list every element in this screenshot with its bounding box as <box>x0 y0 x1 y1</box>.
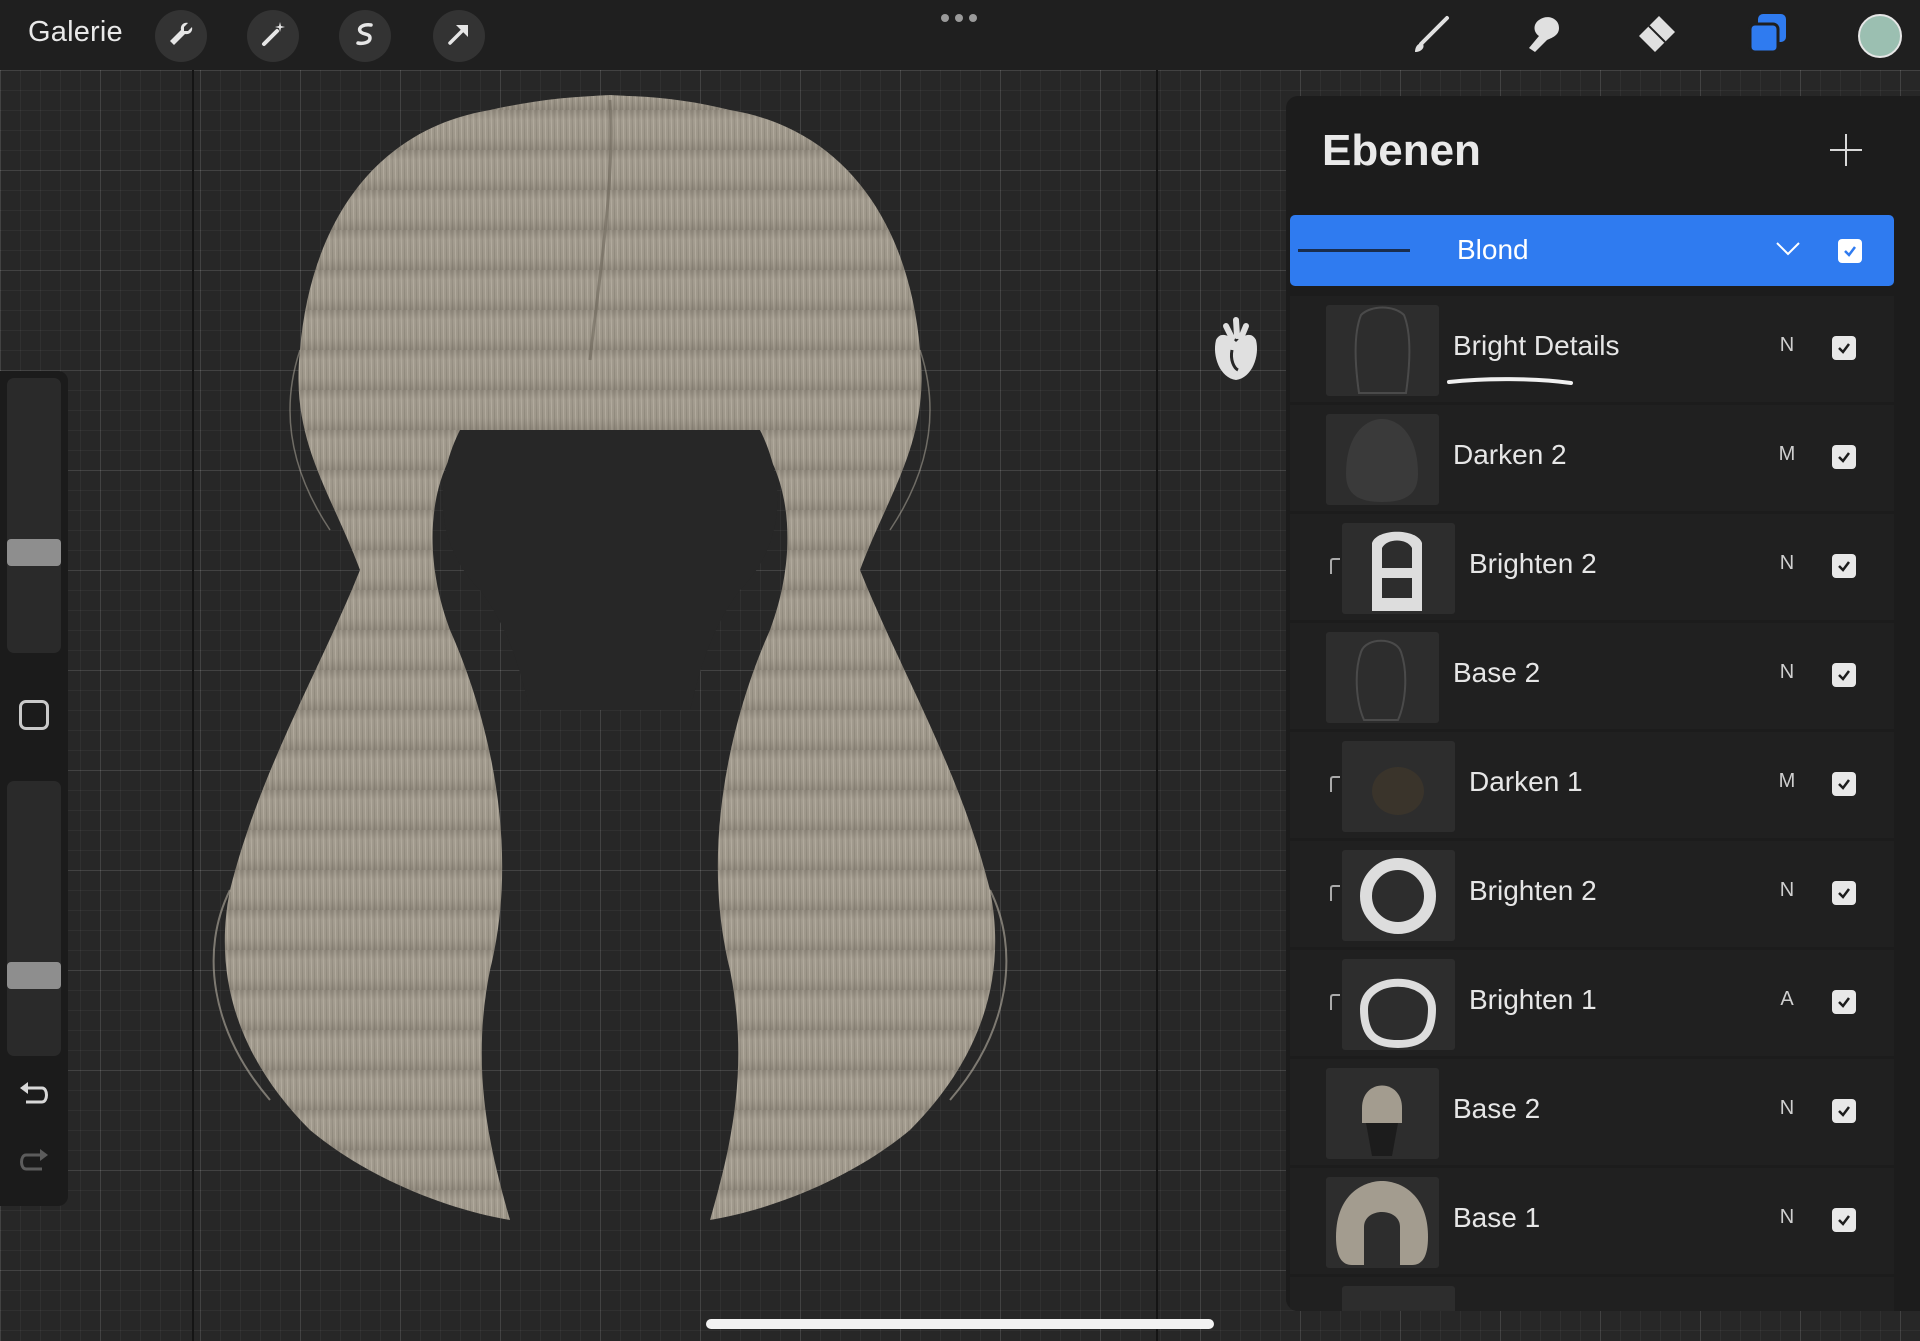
blend-mode-button[interactable]: N <box>1772 879 1802 902</box>
layer-name: Darken 2 <box>1453 439 1567 470</box>
layer-row[interactable]: Darken 1 M <box>1290 732 1894 838</box>
layer-group-row[interactable]: Blond <box>1290 215 1894 286</box>
selection-icon <box>350 19 380 54</box>
layer-row[interactable]: Base 2 N <box>1290 1059 1894 1165</box>
layer-row[interactable]: Base 1 N <box>1290 1168 1894 1274</box>
layer-visibility-checkbox[interactable] <box>1832 336 1856 360</box>
layer-name: Base 2 <box>1453 657 1541 688</box>
layer-visibility-checkbox[interactable] <box>1832 772 1856 796</box>
layer-selection-stroke <box>1445 373 1575 385</box>
layer-thumbnail[interactable] <box>1342 850 1455 941</box>
layer-thumbnail[interactable] <box>1326 305 1439 396</box>
clipping-mask-icon <box>1330 885 1340 901</box>
transform-button[interactable] <box>433 10 485 62</box>
layer-thumbnail[interactable] <box>1342 523 1455 614</box>
opacity-thumb[interactable] <box>7 962 61 990</box>
smudge-icon <box>1519 10 1567 63</box>
layer-thumbnail[interactable] <box>1326 632 1439 723</box>
layers-panel: Ebenen Blond Bright Details N Darken 2 M Bri… <box>1286 96 1920 1311</box>
layers-icon <box>1744 10 1792 63</box>
redo-button[interactable] <box>16 1147 52 1177</box>
blend-mode-button[interactable]: M <box>1772 443 1802 466</box>
layer-visibility-checkbox[interactable] <box>1832 990 1856 1014</box>
layer-name: Brighten 2 <box>1469 548 1597 579</box>
layer-thumbnail[interactable] <box>1326 1177 1439 1268</box>
gallery-button[interactable]: Galerie <box>28 16 123 49</box>
layer-thumbnail[interactable] <box>1326 414 1439 505</box>
group-indicator-line <box>1298 249 1410 252</box>
brush-size-thumb[interactable] <box>7 539 61 567</box>
brush-size-slider[interactable] <box>7 378 61 653</box>
layer-name: Brighten 2 <box>1469 875 1597 906</box>
blend-mode-button[interactable]: N <box>1772 1097 1802 1120</box>
blend-mode-button[interactable]: N <box>1772 661 1802 684</box>
layer-group-visibility-checkbox[interactable] <box>1838 239 1862 263</box>
layers-button[interactable] <box>1743 12 1793 60</box>
layer-visibility-checkbox[interactable] <box>1832 554 1856 578</box>
selection-button[interactable] <box>339 10 391 62</box>
layer-thumbnail[interactable] <box>1342 741 1455 832</box>
brush-icon <box>1407 10 1455 63</box>
layer-visibility-checkbox[interactable] <box>1832 1208 1856 1232</box>
layer-row[interactable]: Base 2 N <box>1290 623 1894 729</box>
transform-arrow-icon <box>444 19 474 54</box>
modify-button[interactable] <box>19 700 49 730</box>
layer-name: Bright Details <box>1453 330 1620 361</box>
blend-mode-button[interactable]: A <box>1772 988 1802 1011</box>
layer-visibility-checkbox[interactable] <box>1832 1099 1856 1123</box>
wrench-icon <box>166 19 196 54</box>
left-sidebar <box>0 371 68 1206</box>
clipping-mask-icon <box>1330 776 1340 792</box>
opacity-slider[interactable] <box>7 781 61 1056</box>
top-toolbar: Galerie <box>0 0 1920 70</box>
blend-mode-button[interactable]: M <box>1772 770 1802 793</box>
layer-thumbnail[interactable] <box>1342 1286 1455 1311</box>
layer-visibility-checkbox[interactable] <box>1832 881 1856 905</box>
layer-row[interactable]: Brighten 2 N <box>1290 841 1894 947</box>
layer-visibility-checkbox[interactable] <box>1832 445 1856 469</box>
adjustments-button[interactable] <box>247 10 299 62</box>
canvas-edge-right <box>1156 70 1158 1341</box>
redo-icon <box>16 1149 52 1181</box>
blend-mode-button[interactable]: N <box>1772 552 1802 575</box>
hair-artwork <box>190 70 1150 1341</box>
undo-icon <box>16 1082 52 1114</box>
layer-row[interactable] <box>1290 1277 1894 1311</box>
home-indicator[interactable] <box>706 1319 1214 1329</box>
blend-mode-button[interactable]: N <box>1772 334 1802 357</box>
layer-name: Darken 1 <box>1469 766 1583 797</box>
undo-button[interactable] <box>16 1080 52 1110</box>
layer-row[interactable]: Bright Details N <box>1290 296 1894 402</box>
layer-name: Brighten 1 <box>1469 984 1597 1015</box>
actions-button[interactable] <box>155 10 207 62</box>
eraser-icon <box>1631 10 1679 63</box>
layer-thumbnail[interactable] <box>1342 959 1455 1050</box>
logo-icon <box>1208 312 1264 384</box>
blend-mode-button[interactable]: N <box>1772 1206 1802 1229</box>
clipping-mask-icon <box>1330 558 1340 574</box>
add-layer-button[interactable] <box>1828 132 1864 168</box>
layer-visibility-checkbox[interactable] <box>1832 663 1856 687</box>
brush-button[interactable] <box>1406 12 1456 60</box>
eraser-button[interactable] <box>1630 12 1680 60</box>
layer-row[interactable]: Darken 2 M <box>1290 405 1894 511</box>
color-picker-button[interactable] <box>1858 14 1902 58</box>
more-options-dots[interactable] <box>941 14 977 22</box>
layer-group-name: Blond <box>1457 234 1529 265</box>
smudge-button[interactable] <box>1518 12 1568 60</box>
layer-row[interactable]: Brighten 2 N <box>1290 514 1894 620</box>
clipping-mask-icon <box>1330 994 1340 1010</box>
layer-name: Base 1 <box>1453 1202 1541 1233</box>
layers-panel-title: Ebenen <box>1322 126 1481 175</box>
layer-row[interactable]: Brighten 1 A <box>1290 950 1894 1056</box>
layer-thumbnail[interactable] <box>1326 1068 1439 1159</box>
layer-name: Base 2 <box>1453 1093 1541 1124</box>
magic-wand-icon <box>258 19 288 54</box>
chevron-down-icon[interactable] <box>1775 235 1801 261</box>
